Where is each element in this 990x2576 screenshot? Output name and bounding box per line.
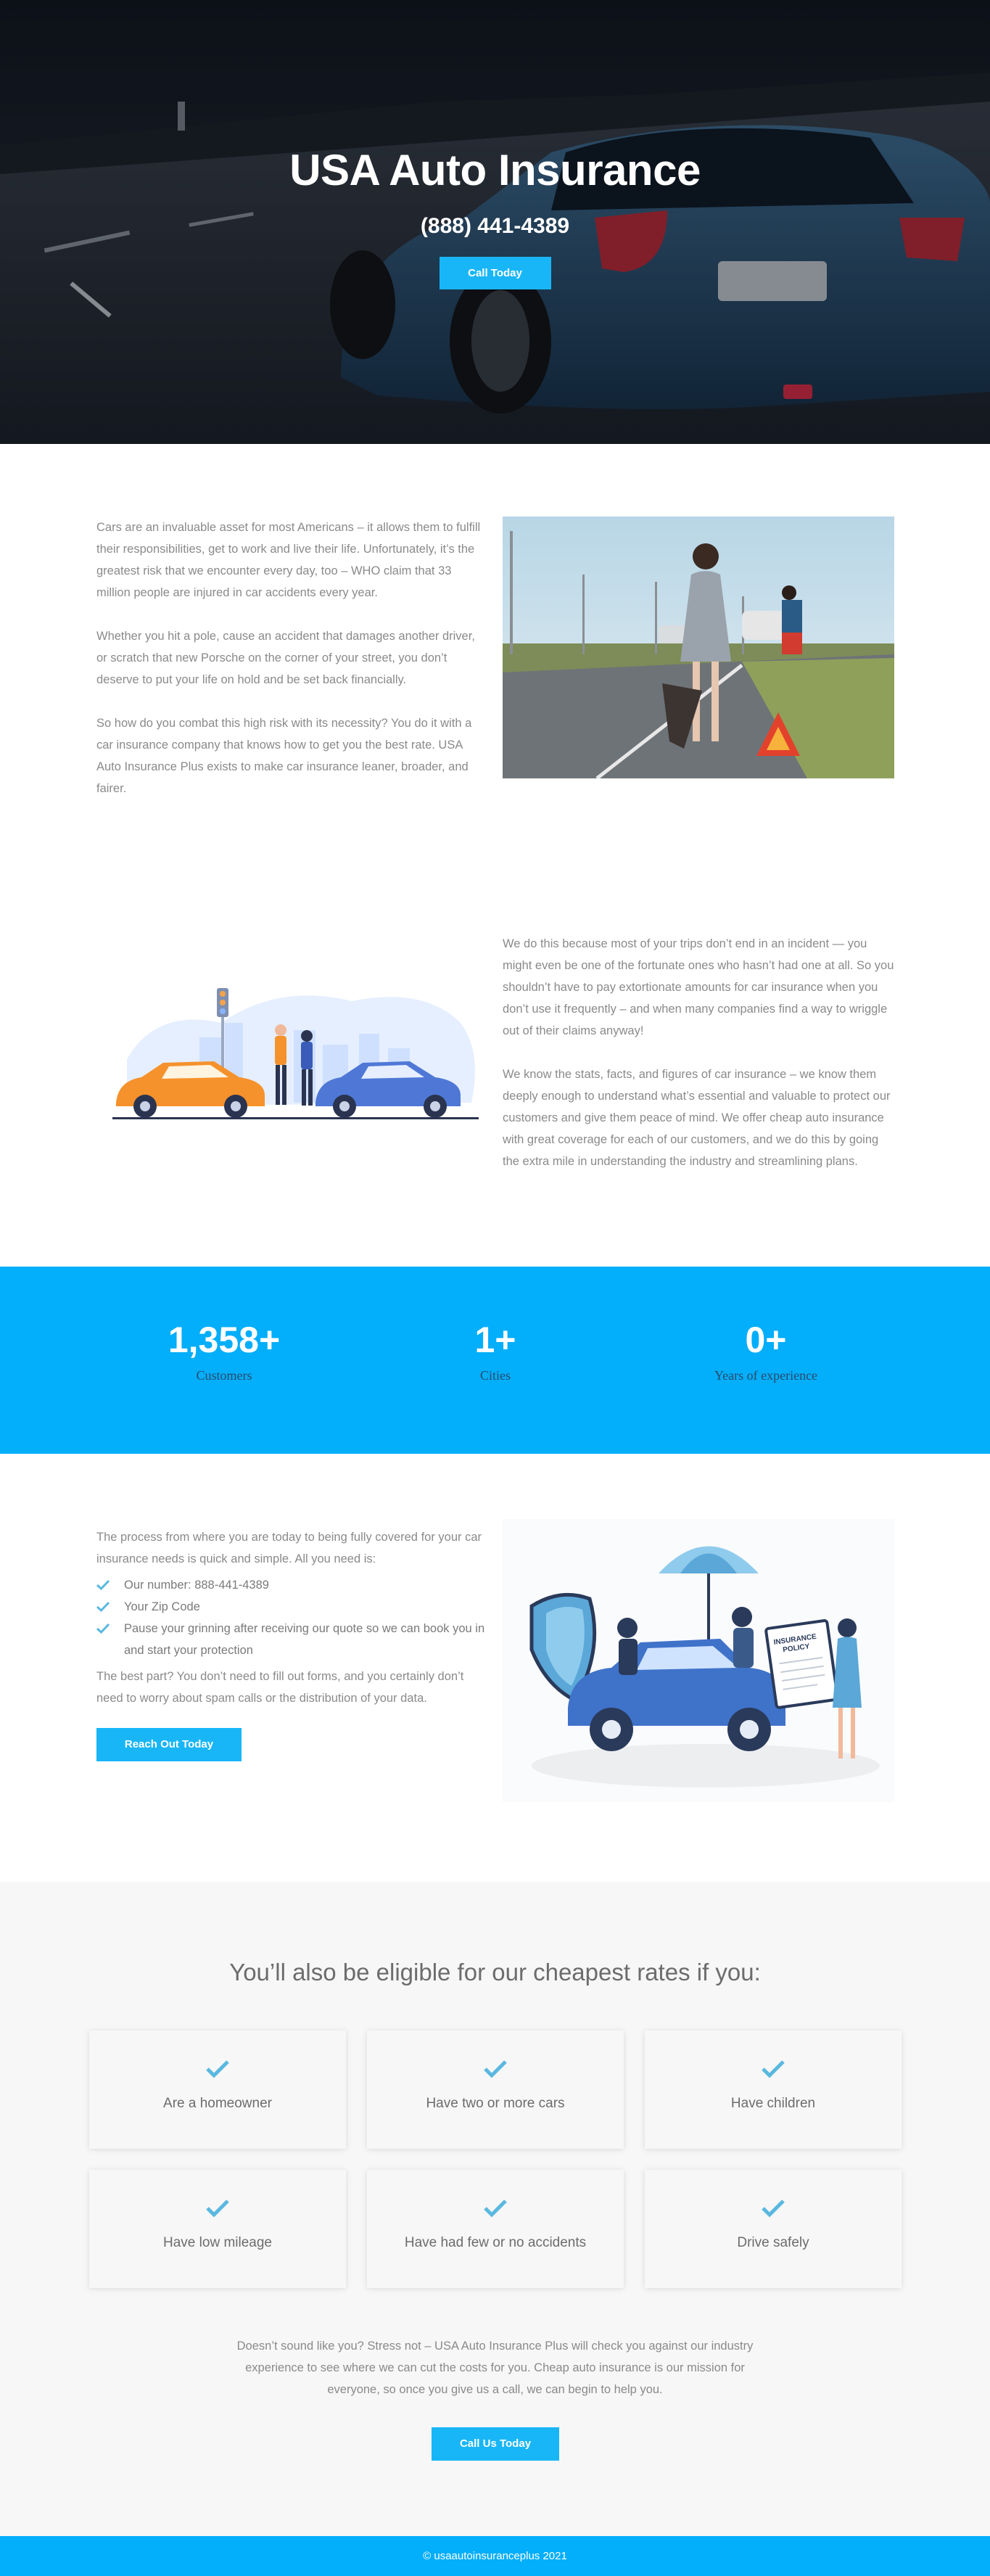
car-accident-illustration xyxy=(112,988,479,1119)
roadside-breakdown-photo xyxy=(503,517,894,778)
check-icon xyxy=(206,2060,229,2078)
check-icon xyxy=(484,2200,507,2218)
why-paragraph: We do this because most of your trips do… xyxy=(503,937,894,1037)
about-paragraph: So how do you combat this high risk with… xyxy=(96,717,472,795)
process-intro: The process from where you are today to … xyxy=(96,1531,482,1565)
check-icon xyxy=(96,1579,110,1590)
insurance-policy-illustration: INSURANCE POLICY xyxy=(503,1519,894,1802)
process-text: The process from where you are today to … xyxy=(96,1526,492,1761)
process-outro: The best part? You don’t need to fill ou… xyxy=(96,1670,464,1705)
eligibility-card: Have children xyxy=(645,2030,902,2149)
eligibility-card-label: Drive safely xyxy=(737,2235,809,2250)
check-icon xyxy=(96,1623,110,1634)
eligibility-heading: You’ll also be eligible for our cheapest… xyxy=(229,1959,761,1986)
hero-title: USA Auto Insurance xyxy=(289,146,701,194)
eligibility-card: Drive safely xyxy=(645,2170,902,2288)
requirements-list: Our number: 888-441-4389 Your Zip Code P… xyxy=(96,1574,492,1661)
why-paragraph: We know the stats, facts, and figures of… xyxy=(503,1068,891,1168)
eligibility-card-label: Are a homeowner xyxy=(163,2096,272,2111)
check-icon xyxy=(762,2200,785,2218)
stats-section: 1,358+ Customers 1+ Cities 0+ Years of e… xyxy=(0,1267,990,1454)
list-item: Pause your grinning after receiving our … xyxy=(96,1618,492,1661)
footer-copyright: © usaautoinsuranceplus 2021 xyxy=(423,2550,567,2562)
check-icon xyxy=(96,1601,110,1612)
stat-label: Cities xyxy=(479,1368,511,1383)
eligibility-card-label: Have low mileage xyxy=(163,2235,272,2250)
call-today-button[interactable]: Call Today xyxy=(439,257,551,289)
why-text: We do this because most of your trips do… xyxy=(503,933,894,1194)
call-us-today-button[interactable]: Call Us Today xyxy=(432,2427,559,2461)
process-section: The process from where you are today to … xyxy=(0,1454,990,1882)
about-section: Cars are an invaluable asset for most Am… xyxy=(0,444,990,871)
list-item-label: Pause your grinning after receiving our … xyxy=(124,1622,485,1657)
stat-value: 0+ xyxy=(745,1320,787,1360)
eligibility-card-label: Have children xyxy=(730,2096,816,2111)
eligibility-card-label: Have had few or no accidents xyxy=(404,2235,587,2250)
stat-label: Customers xyxy=(196,1368,252,1383)
check-icon xyxy=(762,2060,785,2078)
hero-content: USA Auto Insurance (888) 441-4389 Call T… xyxy=(0,145,990,289)
list-item-label: Our number: 888-441-4389 xyxy=(124,1579,269,1592)
about-paragraph: Whether you hit a pole, cause an acciden… xyxy=(96,630,475,686)
eligibility-card: Have had few or no accidents xyxy=(367,2170,624,2288)
stat-value: 1,358+ xyxy=(168,1320,281,1360)
check-icon xyxy=(206,2200,229,2218)
stat-years: 0+ Years of experience xyxy=(657,1319,875,1383)
stat-customers: 1,358+ Customers xyxy=(115,1319,333,1383)
check-icon xyxy=(484,2060,507,2078)
about-text: Cars are an invaluable asset for most Am… xyxy=(96,517,485,821)
eligibility-card-label: Have two or more cars xyxy=(426,2096,565,2111)
reach-out-today-button[interactable]: Reach Out Today xyxy=(96,1728,242,1761)
hero-phone: (888) 441-4389 xyxy=(420,214,570,238)
eligibility-card: Have two or more cars xyxy=(367,2030,624,2149)
about-paragraph: Cars are an invaluable asset for most Am… xyxy=(96,521,481,599)
list-item: Your Zip Code xyxy=(96,1596,492,1618)
stat-value: 1+ xyxy=(474,1320,516,1360)
stat-cities: 1+ Cities xyxy=(387,1319,604,1383)
eligibility-section: You’ll also be eligible for our cheapest… xyxy=(0,1882,990,2536)
stat-label: Years of experience xyxy=(714,1368,818,1383)
eligibility-card: Are a homeowner xyxy=(89,2030,346,2149)
footer: © usaautoinsuranceplus 2021 xyxy=(0,2536,990,2576)
eligibility-card: Have low mileage xyxy=(89,2170,346,2288)
eligibility-note: Doesn’t sound like you? Stress not – USA… xyxy=(236,2340,754,2396)
list-item-label: Your Zip Code xyxy=(124,1600,200,1613)
hero-section: USA Auto Insurance (888) 441-4389 Call T… xyxy=(0,0,990,444)
why-section: We do this because most of your trips do… xyxy=(0,871,990,1267)
list-item: Our number: 888-441-4389 xyxy=(96,1574,492,1596)
